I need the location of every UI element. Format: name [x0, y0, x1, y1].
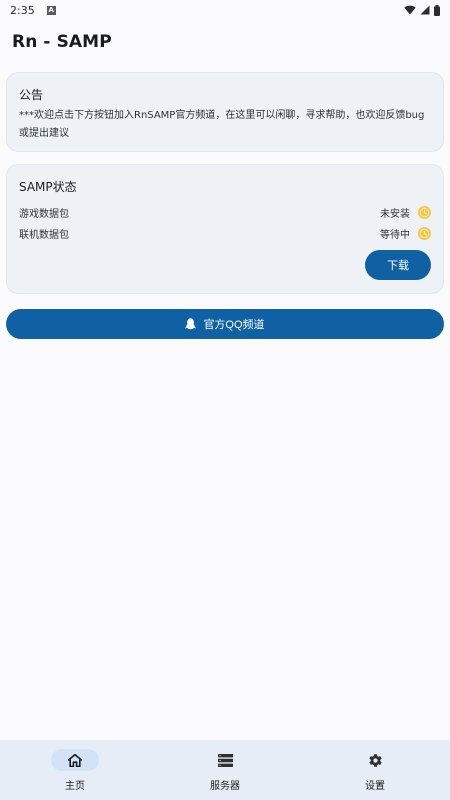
screen: 2:35 A Rn - SAMP 公告 ***欢迎点击下方按钮加入RnSAMP官…: [0, 0, 450, 800]
net-data-row: 联机数据包 等待中: [19, 224, 431, 242]
clock-icon: [418, 205, 431, 219]
a-icon: A: [46, 5, 56, 15]
net-data-label: 联机数据包: [19, 229, 69, 241]
wifi-icon: [404, 5, 416, 15]
clock-icon: [418, 226, 431, 240]
status-right: [404, 4, 440, 16]
download-button[interactable]: 下载: [365, 250, 431, 280]
nav-active-indicator: [51, 749, 99, 771]
qq-channel-label: 官方QQ频道: [203, 319, 265, 331]
status-left: 2:35 A: [10, 4, 56, 17]
nav-label-settings: 设置: [365, 781, 385, 792]
nav-label-servers: 服务器: [210, 781, 240, 792]
gear-icon: [368, 753, 383, 768]
samp-status-card: SAMP状态 游戏数据包 未安装 联机数据包 等待中 下载: [6, 164, 444, 294]
nav-label-home: 主页: [65, 781, 85, 792]
nav-item-settings[interactable]: 设置: [300, 740, 450, 800]
qq-channel-button[interactable]: 官方QQ频道: [6, 309, 444, 339]
status-bar: 2:35 A: [0, 0, 450, 20]
nav-item-home[interactable]: 主页: [0, 740, 150, 800]
server-icon: [217, 753, 233, 767]
status-time: 2:35: [10, 3, 35, 17]
battery-icon: [434, 4, 440, 16]
net-data-status: 等待中: [380, 229, 410, 241]
nav-item-servers[interactable]: 服务器: [150, 740, 300, 800]
bottom-nav: 主页 服务器 设置: [0, 740, 450, 800]
app-bar: Rn - SAMP: [12, 28, 112, 56]
notice-card: 公告 ***欢迎点击下方按钮加入RnSAMP官方频道，在这里可以闲聊，寻求帮助，…: [6, 72, 444, 152]
game-data-label: 游戏数据包: [19, 208, 69, 220]
nav-icon-holder: [201, 749, 249, 771]
samp-status-title: SAMP状态: [19, 180, 77, 194]
app-title: Rn - SAMP: [12, 32, 112, 52]
game-data-row: 游戏数据包 未安装: [19, 203, 431, 221]
home-icon: [68, 753, 82, 767]
game-data-status: 未安装: [380, 208, 410, 220]
qq-icon: [185, 318, 197, 330]
nav-icon-holder: [351, 749, 399, 771]
signal-icon: [420, 5, 430, 15]
notice-title: 公告: [19, 88, 44, 102]
notice-text: ***欢迎点击下方按钮加入RnSAMP官方频道，在这里可以闲聊，寻求帮助，也欢迎…: [19, 110, 425, 139]
